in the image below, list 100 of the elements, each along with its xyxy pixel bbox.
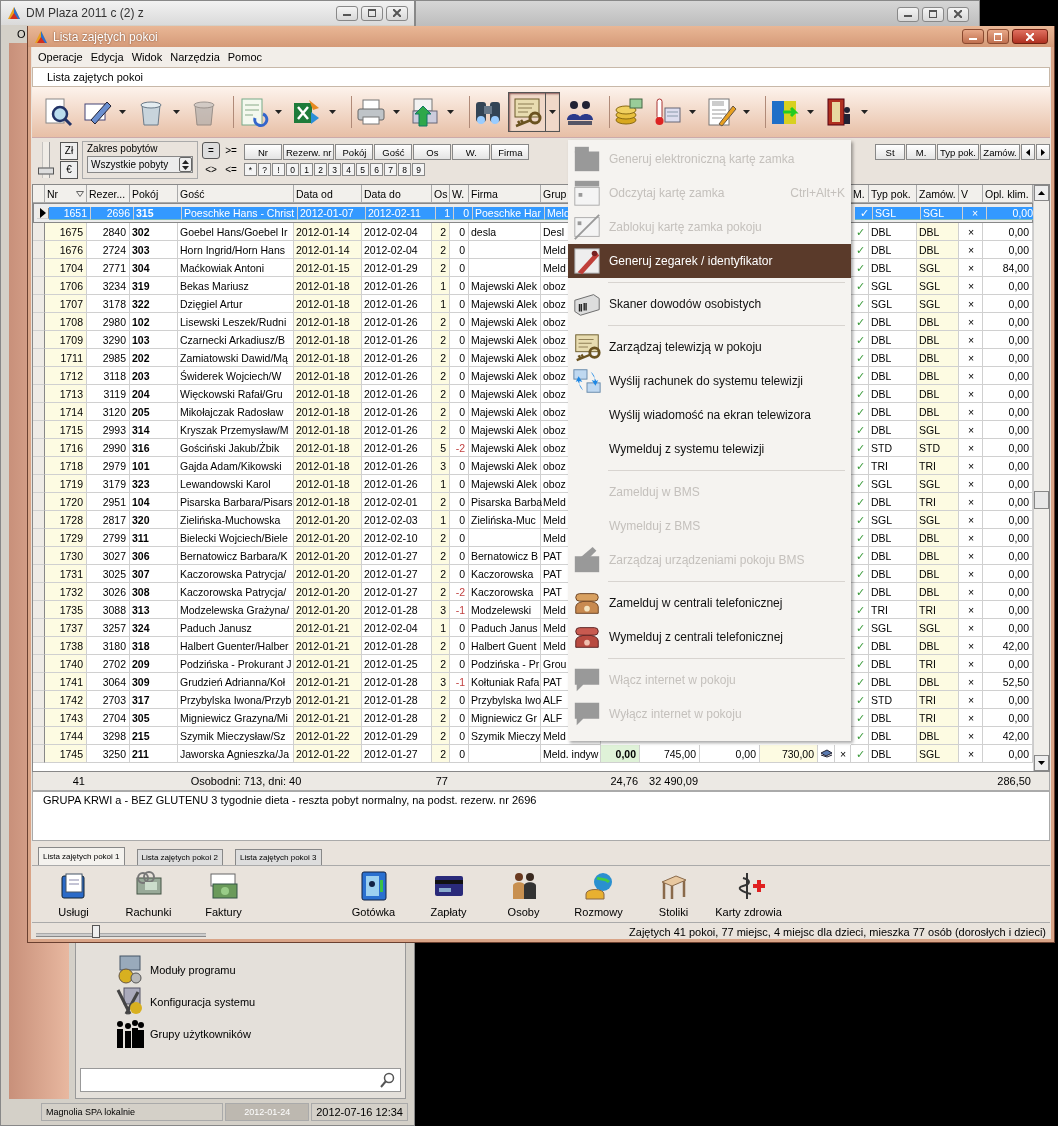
action-button[interactable]: Usługi bbox=[36, 867, 111, 921]
action-button[interactable]: Rozmowy bbox=[561, 867, 636, 921]
table-cell: 2012-01-21 bbox=[294, 673, 362, 691]
operator-button[interactable]: <> bbox=[202, 161, 220, 178]
panel-item[interactable]: Grupy użytkowników bbox=[150, 1028, 251, 1040]
table-cell: Majewski Alek bbox=[469, 331, 541, 349]
column-button[interactable]: Pokój bbox=[335, 144, 374, 160]
column-button[interactable]: Typ pok. bbox=[937, 144, 979, 160]
panel-item[interactable]: Konfiguracja systemu bbox=[150, 996, 256, 1008]
filter-key[interactable]: 6 bbox=[370, 163, 383, 176]
menu-item[interactable]: Operacje bbox=[38, 51, 83, 63]
scrollbar[interactable] bbox=[1033, 185, 1049, 771]
menu-item[interactable]: Edycja bbox=[90, 51, 124, 63]
column-button[interactable]: Zamów. bbox=[980, 144, 1020, 160]
filter-key[interactable]: * bbox=[244, 163, 257, 176]
table-cell: 205 bbox=[130, 403, 178, 421]
scroll-right-button[interactable] bbox=[1036, 144, 1050, 160]
menu-item[interactable]: O bbox=[17, 28, 26, 40]
filter-key[interactable]: 9 bbox=[412, 163, 425, 176]
filter-key[interactable]: 4 bbox=[342, 163, 355, 176]
table-cell: 2 bbox=[432, 637, 450, 655]
table-cell: 1712 bbox=[45, 367, 87, 385]
table-cell: 2012-01-20 bbox=[294, 529, 362, 547]
table-cell: 1743 bbox=[45, 709, 87, 727]
tab[interactable]: Lista zajętych pokoi 2 bbox=[136, 849, 223, 865]
table-cell: 0 bbox=[450, 727, 469, 745]
column-button[interactable]: Os bbox=[413, 144, 452, 160]
maximize-button[interactable] bbox=[987, 29, 1009, 44]
close-button[interactable] bbox=[386, 5, 408, 21]
action-button[interactable]: Zapłaty bbox=[411, 867, 486, 921]
column-button[interactable]: M. bbox=[906, 144, 937, 160]
menu-item[interactable]: Generuj zegarek / identyfikator bbox=[568, 244, 851, 278]
currency-button[interactable]: € bbox=[60, 160, 78, 179]
column-button[interactable]: Firma bbox=[491, 144, 530, 160]
minimize-button[interactable] bbox=[962, 29, 984, 44]
table-cell: 2012-01-18 bbox=[294, 349, 362, 367]
scroll-left-button[interactable] bbox=[1021, 144, 1035, 160]
panel-item[interactable]: Moduły programu bbox=[150, 964, 236, 976]
table-cell: DBL bbox=[917, 673, 959, 691]
note-field[interactable]: GRUPA KRWI a - BEZ GLUTENU 3 tygodnie dieta - reszta pobyt normalny, na podst. rezerw. nr 2696 bbox=[32, 791, 1050, 841]
column-button[interactable]: Nr bbox=[244, 144, 282, 160]
filter-key[interactable]: ? bbox=[258, 163, 271, 176]
table-cell: 745,00 bbox=[640, 745, 700, 763]
operator-button[interactable]: >= bbox=[222, 142, 240, 159]
filter-key[interactable]: 0 bbox=[286, 163, 299, 176]
slider-thumb[interactable] bbox=[38, 167, 54, 175]
caret-icon bbox=[392, 110, 400, 114]
table-cell: 2012-01-18 bbox=[294, 313, 362, 331]
action-button[interactable]: Osoby bbox=[486, 867, 561, 921]
table-cell: 2704 bbox=[87, 709, 130, 727]
table-cell: 315 bbox=[134, 206, 182, 220]
range-select[interactable]: Wszystkie pobyty bbox=[87, 156, 193, 173]
row-header[interactable] bbox=[37, 207, 49, 219]
maximize-button[interactable] bbox=[922, 6, 944, 22]
action-button[interactable]: Faktury bbox=[186, 867, 261, 921]
menu-item[interactable]: Narzędzia bbox=[170, 51, 220, 63]
filter-key[interactable]: 7 bbox=[384, 163, 397, 176]
operator-button[interactable]: <= bbox=[222, 161, 240, 178]
maximize-button[interactable] bbox=[361, 5, 383, 21]
currency-button[interactable]: Zł bbox=[60, 141, 78, 160]
close-button[interactable] bbox=[947, 6, 969, 22]
action-button[interactable]: Gotówka bbox=[336, 867, 411, 921]
table-cell: TRI bbox=[917, 691, 959, 709]
column-button[interactable]: St bbox=[875, 144, 906, 160]
table-cell: 2012-01-18 bbox=[294, 331, 362, 349]
table-cell: × bbox=[959, 565, 983, 583]
table-cell: 1732 bbox=[45, 583, 87, 601]
table-cell: 3027 bbox=[87, 547, 130, 565]
minimize-button[interactable] bbox=[897, 6, 919, 22]
filter-key[interactable]: 1 bbox=[300, 163, 313, 176]
minimize-button[interactable] bbox=[336, 5, 358, 21]
action-button[interactable]: Karty zdrowia bbox=[711, 867, 786, 921]
tab[interactable]: Lista zajętych pokoi 1 bbox=[38, 847, 125, 865]
menu-item[interactable]: Widok bbox=[131, 51, 163, 63]
filter-key[interactable]: 8 bbox=[398, 163, 411, 176]
action-button[interactable]: Stoliki bbox=[636, 867, 711, 921]
scroll-thumb[interactable] bbox=[1034, 491, 1049, 509]
filter-key[interactable]: 5 bbox=[356, 163, 369, 176]
close-button[interactable] bbox=[1012, 29, 1048, 44]
document-tab[interactable]: Lista zajętych pokoi bbox=[32, 67, 1050, 87]
scroll-up-button[interactable] bbox=[1034, 185, 1049, 201]
column-button[interactable]: Rezerw. nr bbox=[283, 144, 335, 160]
action-button[interactable]: Rachunki bbox=[111, 867, 186, 921]
summary-cell-text: 286,50 bbox=[996, 774, 1032, 789]
filter-key[interactable]: ! bbox=[272, 163, 285, 176]
table-cell: DBL bbox=[917, 241, 959, 259]
table-cell: 302 bbox=[130, 223, 178, 241]
filter-key[interactable]: 3 bbox=[328, 163, 341, 176]
table-cell: 2012-01-20 bbox=[294, 511, 362, 529]
slider-thumb[interactable] bbox=[91, 925, 100, 938]
menu-item[interactable]: Pomoc bbox=[227, 51, 262, 63]
tab[interactable]: Lista zajętych pokoi 3 bbox=[235, 849, 322, 865]
scroll-down-button[interactable] bbox=[1034, 755, 1049, 771]
filter-key[interactable]: 2 bbox=[314, 163, 327, 176]
table-cell: DBL bbox=[917, 349, 959, 367]
operator-button[interactable]: = bbox=[202, 142, 220, 159]
column-button[interactable]: Gość bbox=[374, 144, 413, 160]
table-cell: 0 bbox=[450, 295, 469, 313]
search-field[interactable] bbox=[80, 1068, 401, 1092]
column-button[interactable]: W. bbox=[452, 144, 491, 160]
